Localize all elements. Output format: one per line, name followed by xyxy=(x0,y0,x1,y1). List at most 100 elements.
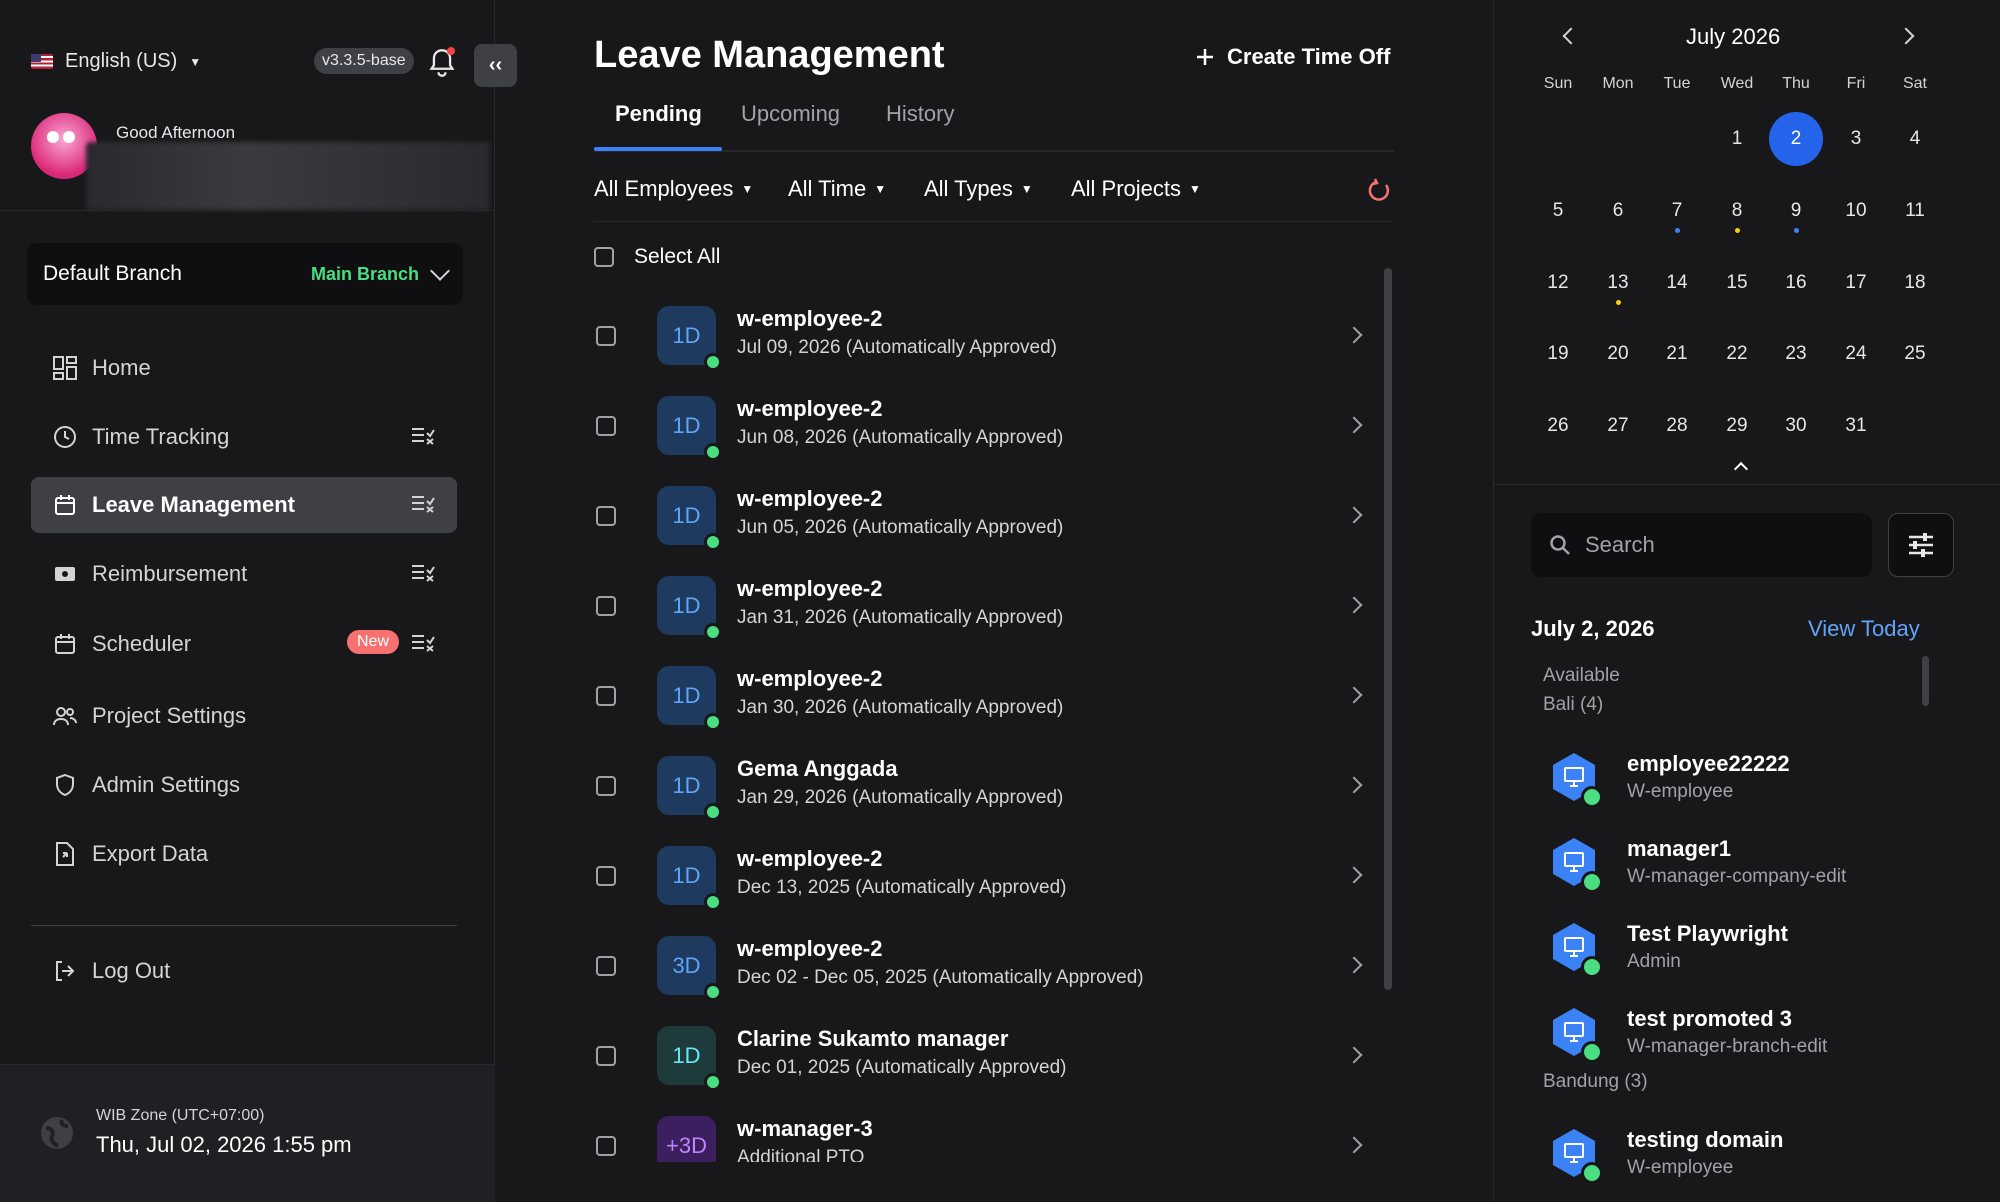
view-today-link[interactable]: View Today xyxy=(1808,616,1920,642)
employee-name: Test Playwright xyxy=(1627,921,1788,946)
version-badge: v3.3.5-base xyxy=(314,48,414,74)
calendar-day[interactable]: 27 xyxy=(1591,399,1645,453)
sidebar-item-label: Reimbursement xyxy=(92,561,248,586)
list-item[interactable]: 1D w-employee-2 Jan 30, 2026 (Automatica… xyxy=(594,652,1384,742)
sidebar-item-home[interactable]: Home xyxy=(31,340,457,396)
sidebar-item-time-tracking[interactable]: Time Tracking xyxy=(31,409,457,465)
list-item[interactable]: 1D Gema Anggada Jan 29, 2026 (Automatica… xyxy=(594,742,1384,832)
us-flag-icon xyxy=(31,54,53,69)
select-all[interactable]: Select All xyxy=(594,245,720,269)
calendar-day[interactable]: 20 xyxy=(1591,327,1645,381)
language-selector[interactable]: English (US) ▼ xyxy=(31,50,201,73)
list-item[interactable]: 3D w-employee-2 Dec 02 - Dec 05, 2025 (A… xyxy=(594,922,1384,1012)
calendar-day[interactable]: 23 xyxy=(1769,327,1823,381)
calendar-day[interactable]: 1 xyxy=(1710,112,1764,166)
refresh-icon[interactable] xyxy=(1366,178,1392,204)
sidebar-item-project-settings[interactable]: Project Settings xyxy=(31,688,457,744)
sidebar-item-export-data[interactable]: Export Data xyxy=(31,826,457,882)
calendar-day-selected[interactable]: 2 xyxy=(1769,112,1823,166)
calendar-day[interactable]: 29 xyxy=(1710,399,1764,453)
list-scrollbar[interactable] xyxy=(1384,268,1392,990)
row-checkbox[interactable] xyxy=(596,776,616,796)
create-time-off-button[interactable]: Create Time Off xyxy=(1195,44,1390,70)
list-item[interactable]: 1D w-employee-2 Jul 09, 2026 (Automatica… xyxy=(594,292,1384,382)
row-checkbox[interactable] xyxy=(596,866,616,886)
calendar-day[interactable]: 28 xyxy=(1650,399,1704,453)
search-input[interactable] xyxy=(1585,532,1855,558)
collapse-sidebar-button[interactable]: ‹‹ xyxy=(474,44,517,87)
calendar-day[interactable]: 26 xyxy=(1531,399,1585,453)
notification-dot xyxy=(447,47,455,55)
employee-item[interactable]: manager1 W-manager-company-edit xyxy=(1550,836,1930,906)
filter-settings-button[interactable] xyxy=(1888,513,1954,577)
logout-button[interactable]: Log Out xyxy=(31,943,457,999)
calendar-day[interactable]: 11 xyxy=(1888,184,1942,238)
list-item[interactable]: +3D w-manager-3 Additional PTO xyxy=(594,1102,1384,1162)
row-checkbox[interactable] xyxy=(596,596,616,616)
employee-item[interactable]: test promoted 3 W-manager-branch-edit xyxy=(1550,1006,1930,1076)
row-checkbox[interactable] xyxy=(596,956,616,976)
duration-label: 1D xyxy=(672,682,701,708)
weekday-label: Sun xyxy=(1543,75,1573,92)
calendar-day[interactable]: 19 xyxy=(1531,327,1585,381)
row-checkbox[interactable] xyxy=(596,1136,616,1156)
shield-icon xyxy=(52,772,78,798)
row-checkbox[interactable] xyxy=(596,686,616,706)
calendar-day[interactable]: 6 xyxy=(1591,184,1645,238)
tab-history[interactable]: History xyxy=(886,101,954,127)
sidebar-item-reimbursement[interactable]: Reimbursement xyxy=(31,546,457,602)
row-checkbox[interactable] xyxy=(596,416,616,436)
employee-item[interactable]: employee22222 W-employee xyxy=(1550,751,1930,821)
calendar-day[interactable]: 16 xyxy=(1769,256,1823,310)
filter-projects[interactable]: All Projects ▼ xyxy=(1071,176,1201,202)
filter-employees[interactable]: All Employees ▼ xyxy=(594,176,753,202)
employee-name: Clarine Sukamto manager xyxy=(737,1026,1009,1051)
status-dot xyxy=(1581,956,1603,978)
calendar-day[interactable]: 25 xyxy=(1888,327,1942,381)
employee-item[interactable]: testing domain W-employee xyxy=(1550,1127,1930,1197)
select-all-checkbox[interactable] xyxy=(594,247,614,267)
filter-types[interactable]: All Types ▼ xyxy=(924,176,1033,202)
calendar-day[interactable]: 21 xyxy=(1650,327,1704,381)
list-item[interactable]: 1D w-employee-2 Jun 05, 2026 (Automatica… xyxy=(594,472,1384,562)
sidebar-item-leave-management[interactable]: Leave Management xyxy=(31,477,457,533)
row-checkbox[interactable] xyxy=(596,1046,616,1066)
status-dot xyxy=(704,1073,722,1091)
row-checkbox[interactable] xyxy=(596,326,616,346)
calendar-day[interactable]: 30 xyxy=(1769,399,1823,453)
calendar-day[interactable]: 5 xyxy=(1531,184,1585,238)
filter-time[interactable]: All Time ▼ xyxy=(788,176,886,202)
tab-pending[interactable]: Pending xyxy=(615,101,702,127)
row-checkbox[interactable] xyxy=(596,506,616,526)
calendar-day[interactable]: 3 xyxy=(1829,112,1883,166)
calendar-day[interactable]: 17 xyxy=(1829,256,1883,310)
calendar-day[interactable]: 8 xyxy=(1710,184,1764,238)
calendar-day[interactable]: 13 xyxy=(1591,256,1645,310)
request-detail: Dec 01, 2025 (Automatically Approved) xyxy=(737,1057,1067,1078)
tab-upcoming[interactable]: Upcoming xyxy=(741,101,840,127)
calendar-day[interactable]: 22 xyxy=(1710,327,1764,381)
list-item[interactable]: 1D Clarine Sukamto manager Dec 01, 2025 … xyxy=(594,1012,1384,1102)
employee-item[interactable]: Test Playwright Admin xyxy=(1550,921,1930,991)
search-box[interactable] xyxy=(1531,513,1872,577)
list-item[interactable]: 1D w-employee-2 Jan 31, 2026 (Automatica… xyxy=(594,562,1384,652)
calendar-icon xyxy=(52,631,78,657)
calendar-day[interactable]: 10 xyxy=(1829,184,1883,238)
calendar-day[interactable]: 18 xyxy=(1888,256,1942,310)
calendar-day[interactable]: 24 xyxy=(1829,327,1883,381)
sidebar-item-admin-settings[interactable]: Admin Settings xyxy=(31,757,457,813)
calendar-day[interactable]: 14 xyxy=(1650,256,1704,310)
list-item[interactable]: 1D w-employee-2 Dec 13, 2025 (Automatica… xyxy=(594,832,1384,922)
calendar-day[interactable]: 4 xyxy=(1888,112,1942,166)
calendar-day[interactable]: 7 xyxy=(1650,184,1704,238)
list-item[interactable]: 1D w-employee-2 Jun 08, 2026 (Automatica… xyxy=(594,382,1384,472)
calendar-day[interactable]: 31 xyxy=(1829,399,1883,453)
panel-scrollbar[interactable] xyxy=(1922,656,1929,706)
calendar-day[interactable]: 9 xyxy=(1769,184,1823,238)
employee-name: w-employee-2 xyxy=(737,846,883,871)
calendar-day[interactable]: 15 xyxy=(1710,256,1764,310)
branch-selector[interactable]: Default Branch Main Branch xyxy=(27,243,463,305)
calendar-day[interactable]: 12 xyxy=(1531,256,1585,310)
day-number: 7 xyxy=(1671,200,1683,221)
sidebar-item-scheduler[interactable]: Scheduler New xyxy=(31,616,457,672)
